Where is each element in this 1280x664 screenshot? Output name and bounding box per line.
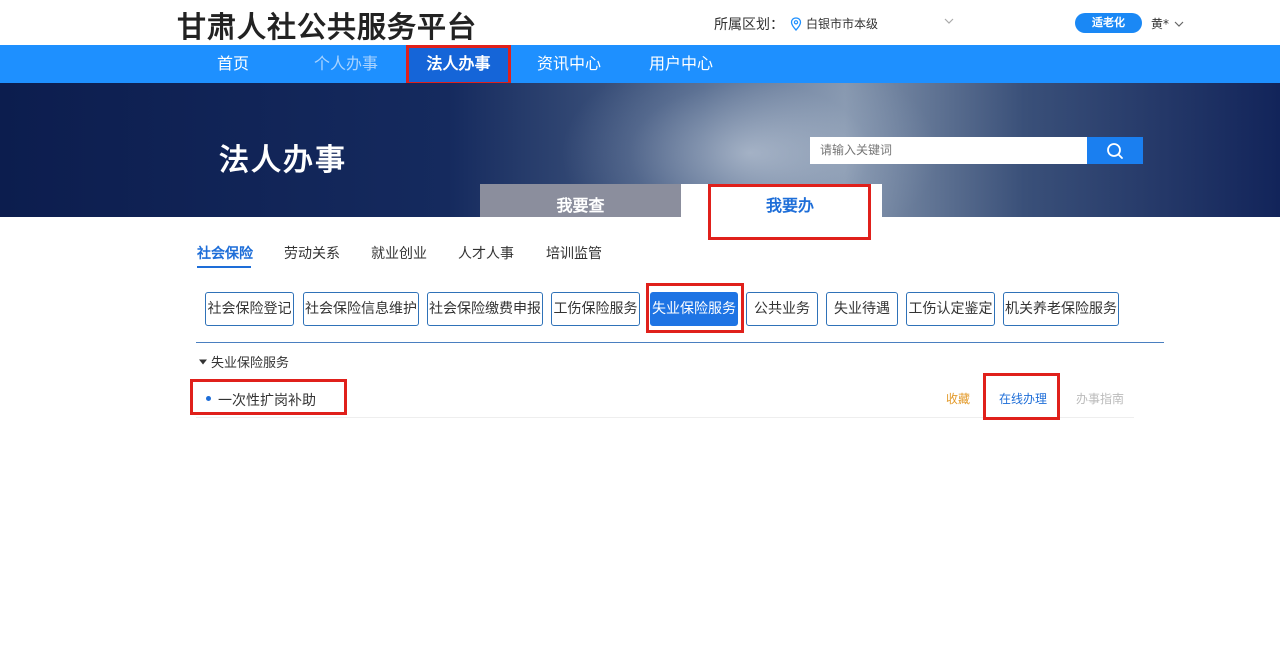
site-title: 甘肃人社公共服务平台	[177, 10, 478, 44]
search-icon	[1107, 142, 1123, 159]
user-menu[interactable]: 黄*	[1151, 15, 1184, 32]
banner: 法人办事 我要查	[0, 83, 1280, 217]
service-button-public-business[interactable]: 公共业务	[746, 292, 818, 326]
highlight-box	[983, 373, 1060, 420]
chevron-down-icon	[1174, 21, 1184, 27]
guide-link[interactable]: 办事指南	[1076, 390, 1124, 407]
service-button-agency-pension[interactable]: 机关养老保险服务	[1003, 292, 1119, 326]
tab-employment[interactable]: 就业创业	[371, 243, 427, 263]
service-button-unemployment-benefits[interactable]: 失业待遇	[826, 292, 898, 326]
highlight-box	[190, 379, 347, 415]
nav-item-news[interactable]: 资讯中心	[537, 45, 601, 83]
user-name: 黄*	[1151, 17, 1170, 31]
highlight-box	[646, 283, 744, 333]
service-button-si-registration[interactable]: 社会保险登记	[205, 292, 294, 326]
main-nav: 首页 个人办事 法人办事 资讯中心 用户中心	[0, 45, 1280, 83]
elder-mode-button[interactable]: 适老化	[1075, 13, 1142, 33]
region-value: 白银市市本级	[806, 17, 879, 31]
nav-item-user-center[interactable]: 用户中心	[649, 45, 713, 83]
service-button-si-payment-declaration[interactable]: 社会保险缴费申报	[427, 292, 543, 326]
active-tab-underline	[197, 266, 251, 268]
tab-labor-relations[interactable]: 劳动关系	[284, 243, 340, 263]
service-button-injury-identification[interactable]: 工伤认定鉴定	[906, 292, 995, 326]
location-pin-icon	[790, 17, 802, 31]
highlight-box	[708, 184, 871, 240]
search-input[interactable]	[810, 137, 1088, 164]
top-header: 甘肃人社公共服务平台 所属区划： 白银市市本级 适老化 黄*	[0, 0, 1280, 45]
tab-talent-personnel[interactable]: 人才人事	[458, 243, 514, 263]
tab-social-insurance[interactable]: 社会保险	[197, 243, 253, 263]
chevron-down-icon	[944, 18, 954, 24]
section-divider	[196, 342, 1164, 343]
service-button-si-info-maintenance[interactable]: 社会保险信息维护	[303, 292, 419, 326]
highlight-box	[406, 45, 511, 85]
region-selector: 所属区划：	[714, 14, 812, 34]
tab-query[interactable]: 我要查	[480, 184, 681, 217]
group-title-label: 失业保险服务	[211, 356, 290, 371]
region-label: 所属区划：	[714, 17, 784, 33]
caret-down-icon	[199, 359, 207, 364]
page-title: 法人办事	[219, 143, 347, 178]
service-button-work-injury[interactable]: 工伤保险服务	[551, 292, 640, 326]
group-title[interactable]: 失业保险服务	[199, 352, 289, 371]
nav-item-personal[interactable]: 个人办事	[314, 45, 378, 83]
nav-item-home[interactable]: 首页	[217, 45, 249, 83]
search-button[interactable]	[1087, 137, 1143, 164]
favorite-link[interactable]: 收藏	[946, 390, 970, 407]
tab-training-supervision[interactable]: 培训监管	[546, 243, 602, 263]
region-dropdown[interactable]: 白银市市本级	[806, 15, 954, 32]
